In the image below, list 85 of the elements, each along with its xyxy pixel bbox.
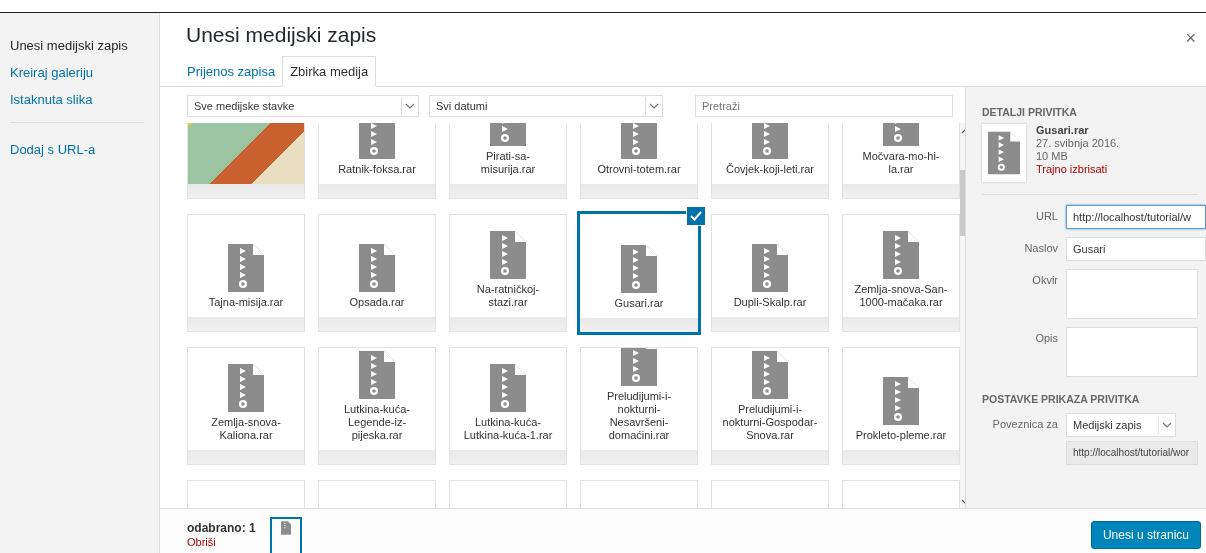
file-name: Gusari.rar <box>1036 124 1090 137</box>
attachment-tile[interactable]: Preludijumi-i-nokturni-Nesavršeni-domaćini.rar <box>580 347 698 465</box>
attachment-tile[interactable]: Ratnik-foksa.rar <box>318 123 436 199</box>
text-field[interactable]: http://localhost/tutorial/w <box>1066 205 1206 229</box>
file-name: Zemlja-snova-San-1000-mačaka.rar <box>853 283 949 309</box>
attachment-tile[interactable]: Zemlja-snova-San-1000-mačaka.rar <box>842 214 960 332</box>
attachment-tile[interactable]: Tajna-misija.rar <box>187 214 305 332</box>
field-label: Opis <box>1034 331 1058 344</box>
field-label: Poveznica za <box>991 417 1058 430</box>
selected-thumbnail[interactable] <box>269 517 302 553</box>
link-dropdown[interactable]: Medijski zapis <box>1066 413 1176 437</box>
attachment-tile[interactable]: Prokleto-pleme.rar <box>842 347 960 465</box>
sidebar-item[interactable]: Kreiraj galeriju <box>10 60 159 87</box>
delete-link[interactable]: Trajno izbrisati <box>1036 163 1120 176</box>
modal-title: Unesi medijski zapis <box>186 23 377 47</box>
attachment-tile[interactable]: Močvara-mo-hi-la.rar <box>842 123 960 199</box>
filter-dropdown[interactable]: Svi datumi <box>429 95 663 117</box>
tab[interactable]: Zbirka medija <box>282 56 377 87</box>
file-name: Lutkina-kuća-Legende-iz-pijeska.rar <box>342 403 411 442</box>
search-field[interactable]: Pretraži <box>695 95 953 117</box>
link-url-field[interactable]: http://localhost/tutorial/wor <box>1066 441 1198 465</box>
file-name: Ratnik-foksa.rar <box>337 163 417 176</box>
archive-file-icon <box>490 231 526 279</box>
archive-file-icon <box>621 245 657 293</box>
clear-link[interactable]: Obriši <box>187 536 256 548</box>
attachment-tile[interactable]: Opsada.rar <box>318 214 436 332</box>
file-size: 10 MB <box>1036 150 1069 163</box>
chevron-down-icon <box>649 103 659 109</box>
checkmark-icon[interactable] <box>686 206 706 226</box>
archive-file-icon <box>752 244 788 292</box>
attachment-tile[interactable]: Čovjek-koji-leti.rar <box>711 123 829 199</box>
field-label: Okvir <box>1031 273 1058 286</box>
sidebar-item[interactable]: Unesi medijski zapis <box>10 33 159 60</box>
archive-file-icon <box>883 377 919 425</box>
archive-file-icon <box>621 123 657 159</box>
archive-file-icon <box>359 123 395 159</box>
text-field[interactable]: Gusari <box>1066 237 1206 261</box>
file-name: Zemlja-snova-Kaliona.rar <box>210 416 282 442</box>
archive-file-icon <box>883 231 919 279</box>
file-name: Na-ratničkoj-stazi.rar <box>475 283 541 309</box>
text-area[interactable] <box>1066 269 1198 319</box>
file-name: Otrovni-totem.rar <box>596 163 682 176</box>
file-name: Dupli-Skalp.rar <box>732 296 808 309</box>
attachment-tile[interactable]: Dupli-Skalp.rar <box>711 214 829 332</box>
archive-file-icon <box>228 244 264 292</box>
tab[interactable]: Prijenos zapisa <box>180 57 283 86</box>
file-name: Preludijumi-i-nokturni-Gospodar-Snova.rar <box>722 403 818 442</box>
section-heading: POSTAVKE PRIKAZA PRIVITKA <box>982 393 1141 405</box>
archive-file-icon <box>752 351 788 399</box>
file-name: Pirati-sa-misurija.rar <box>479 150 537 176</box>
attachment-tile[interactable]: Pirati-sa-misurija.rar <box>449 123 567 199</box>
file-name: Lutkina-kuća-Lutkina-kuća-1.rar <box>462 416 554 442</box>
archive-file-icon <box>490 364 526 412</box>
attachment-tile[interactable]: Preludijumi-i-nokturni-Gospodar-Snova.rar <box>711 347 829 465</box>
archive-file-icon <box>359 351 395 399</box>
file-name: Močvara-mo-hi-la.rar <box>861 150 941 176</box>
close-button[interactable]: × <box>1179 27 1202 50</box>
attachment-tile[interactable]: Na-ratničkoj-stazi.rar <box>449 214 567 332</box>
file-name: Prokleto-pleme.rar <box>854 429 948 442</box>
attachment-tile[interactable]: Lutkina-kuća-Legende-iz-pijeska.rar <box>318 347 436 465</box>
file-date: 27. svibnja 2016. <box>1036 137 1120 150</box>
field-label: URL <box>1035 209 1058 222</box>
attachment-tile[interactable]: Lutkina-kuća-Lutkina-kuća-1.rar <box>449 347 567 465</box>
file-name: Opsada.rar <box>348 296 406 309</box>
attachment-tile[interactable]: Zemlja-snova-Kaliona.rar <box>187 347 305 465</box>
archive-file-icon <box>752 123 788 159</box>
filter-dropdown[interactable]: Sve medijske stavke <box>187 95 419 117</box>
archive-file-icon <box>359 244 395 292</box>
file-name: Gusari.rar <box>613 297 665 310</box>
file-thumbnail <box>982 124 1026 182</box>
file-name: Čovjek-koji-leti.rar <box>725 163 815 176</box>
attachment-tile[interactable]: Otrovni-totem.rar <box>580 123 698 199</box>
sidebar-item[interactable]: Istaknuta slika <box>10 87 159 114</box>
text-area[interactable] <box>1066 327 1198 377</box>
selection-count: odabrano: 1 <box>187 521 256 535</box>
file-name: Preludijumi-i-nokturni-Nesavršeni-domaćini.rar <box>605 390 673 442</box>
section-heading: DETALJI PRIVITKA <box>982 106 1078 118</box>
archive-file-icon <box>228 364 264 412</box>
chevron-down-icon <box>405 103 415 109</box>
insert-button[interactable]: Unesi u stranicu <box>1090 521 1201 549</box>
archive-file-icon <box>621 348 657 386</box>
file-name: Tajna-misija.rar <box>207 296 285 309</box>
field-label: Naslov <box>1023 241 1058 254</box>
sidebar-item[interactable]: Dodaj s URL-a <box>10 137 159 164</box>
chevron-down-icon <box>1162 422 1172 428</box>
